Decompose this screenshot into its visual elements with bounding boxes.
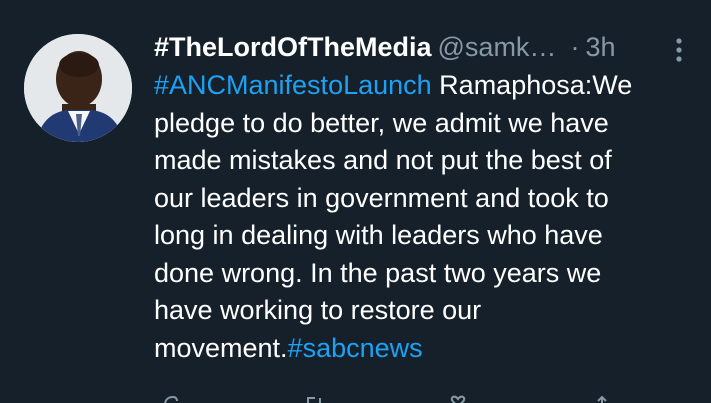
- display-name[interactable]: #TheLordOfTheMedia: [154, 32, 432, 62]
- like-icon[interactable]: [450, 395, 466, 403]
- tweet-text-line: done wrong. In the past two years we: [154, 255, 699, 293]
- tweet-text-line: pledge to do better, we admit we have: [154, 105, 699, 143]
- tweet-header: #TheLordOfTheMedia @samk… · 3h: [154, 30, 694, 64]
- reply-icon[interactable]: [162, 395, 178, 403]
- tweet-text-line: made mistakes and not put the best of: [154, 142, 699, 180]
- tweet-text-segment: movement.: [154, 332, 288, 363]
- tweet-text-segment: our leaders in government and took to: [154, 182, 609, 213]
- tweet-card[interactable]: #TheLordOfTheMedia @samk… · 3h #ANCManifest…: [0, 0, 711, 403]
- timestamp[interactable]: 3h: [585, 32, 615, 62]
- tweet-text: #ANCManifestoLaunch Ramaphosa:We pledge t…: [154, 67, 699, 367]
- avatar[interactable]: [24, 34, 132, 142]
- tweet-text-line: #ANCManifestoLaunch Ramaphosa:We: [154, 67, 699, 105]
- more-vertical-icon[interactable]: [673, 36, 685, 64]
- tweet-text-line: our leaders in government and took to: [154, 180, 699, 218]
- tweet-text-segment: Ramaphosa:We: [431, 70, 633, 100]
- hashtag-link[interactable]: #sabcnews: [288, 333, 423, 363]
- avatar-image: [24, 34, 132, 142]
- tweet-actions: [154, 395, 674, 403]
- tweet-text-segment: pledge to do better, we admit we have: [154, 107, 609, 138]
- time-separator: ·: [570, 32, 580, 62]
- handle[interactable]: @samk…: [438, 32, 557, 62]
- tweet-text-segment: have working to restore our: [154, 295, 482, 325]
- tweet-text-line: have working to restore our: [154, 292, 699, 330]
- hashtag-link[interactable]: #ANCManifestoLaunch: [154, 70, 432, 100]
- retweet-icon[interactable]: [306, 395, 322, 403]
- share-icon[interactable]: [594, 395, 610, 403]
- tweet-text-segment: long in dealing with leaders who have: [154, 220, 603, 250]
- tweet-text-line: movement.#sabcnews: [154, 330, 699, 368]
- tweet-text-line: long in dealing with leaders who have: [154, 217, 699, 255]
- tweet-text-segment: done wrong. In the past two years we: [154, 257, 602, 288]
- tweet-text-segment: made mistakes and not put the best of: [154, 145, 612, 175]
